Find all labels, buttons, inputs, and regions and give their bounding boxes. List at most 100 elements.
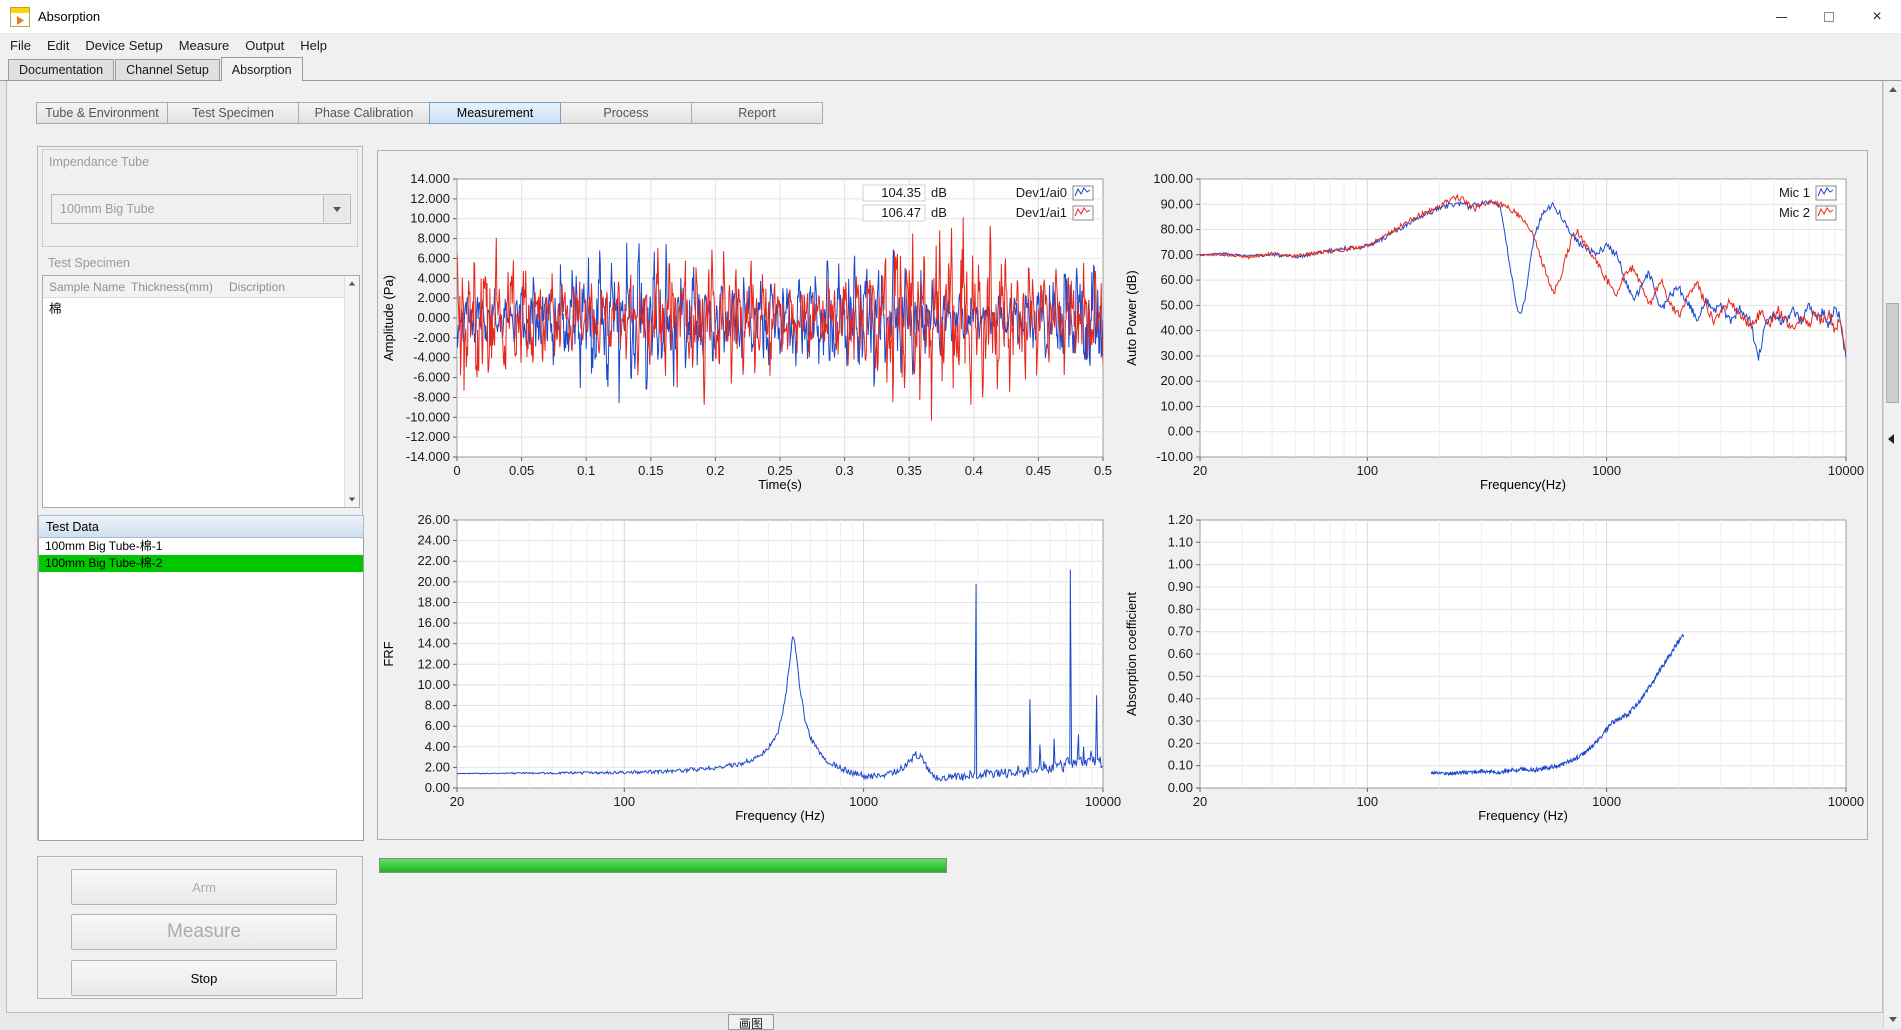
- svg-text:-14.000: -14.000: [406, 449, 450, 464]
- table-row[interactable]: 棉: [43, 298, 359, 316]
- progress-fill: [380, 859, 946, 872]
- scroll-up-button[interactable]: [1884, 81, 1901, 98]
- svg-text:2.000: 2.000: [417, 290, 450, 305]
- menu-device-setup[interactable]: Device Setup: [77, 35, 170, 56]
- menu-help[interactable]: Help: [292, 35, 335, 56]
- svg-text:0.10: 0.10: [1168, 758, 1193, 773]
- svg-text:14.000: 14.000: [410, 171, 450, 186]
- svg-text:10.00: 10.00: [417, 677, 450, 692]
- control-buttons-panel: Arm Measure Stop: [37, 856, 363, 999]
- subtab-report[interactable]: Report: [691, 102, 823, 124]
- svg-text:0.5: 0.5: [1094, 463, 1112, 478]
- svg-text:0.1: 0.1: [577, 463, 595, 478]
- svg-text:-4.000: -4.000: [413, 350, 450, 365]
- app-icon: [10, 7, 30, 27]
- subtab-measurement[interactable]: Measurement: [429, 102, 561, 124]
- subtab-process[interactable]: Process: [560, 102, 692, 124]
- svg-text:0.3: 0.3: [836, 463, 854, 478]
- svg-text:0.50: 0.50: [1168, 668, 1193, 683]
- subtab-test-specimen[interactable]: Test Specimen: [167, 102, 299, 124]
- sub-tab-bar: Tube & Environment Test Specimen Phase C…: [37, 102, 823, 124]
- svg-text:-8.000: -8.000: [413, 389, 450, 404]
- vertical-scrollbar[interactable]: [1883, 81, 1901, 1028]
- tab-absorption[interactable]: Absorption: [221, 57, 303, 81]
- svg-text:20.00: 20.00: [1160, 373, 1193, 388]
- absorption-page: Tube & Environment Test Specimen Phase C…: [6, 81, 1883, 1013]
- absorption-coefficient-chart: 0.000.100.200.300.400.500.600.700.800.90…: [1122, 506, 1862, 826]
- menu-output[interactable]: Output: [237, 35, 292, 56]
- menu-edit[interactable]: Edit: [39, 35, 77, 56]
- svg-text:Auto Power (dB): Auto Power (dB): [1124, 270, 1139, 365]
- test-data-title: Test Data: [46, 520, 99, 534]
- chevron-down-icon: [333, 207, 341, 212]
- scroll-up-icon: [1889, 87, 1897, 92]
- tab-documentation[interactable]: Documentation: [8, 59, 114, 80]
- svg-text:-6.000: -6.000: [413, 370, 450, 385]
- test-specimen-table-header: Sample Name Thickness(mm) Discription: [43, 276, 359, 298]
- column-discription[interactable]: Discription: [229, 280, 359, 294]
- menu-measure[interactable]: Measure: [171, 35, 238, 56]
- maximize-button[interactable]: [1805, 0, 1853, 34]
- svg-text:0.40: 0.40: [1168, 691, 1193, 706]
- test-specimen-title: Test Specimen: [48, 256, 130, 270]
- dropdown-arrow-icon[interactable]: [323, 196, 349, 222]
- svg-text:18.00: 18.00: [417, 595, 450, 610]
- svg-text:1.20: 1.20: [1168, 512, 1193, 527]
- svg-text:0.00: 0.00: [1168, 424, 1193, 439]
- svg-text:Amplitude (Pa): Amplitude (Pa): [381, 275, 396, 361]
- test-data-item[interactable]: 100mm Big Tube-棉-1: [39, 538, 363, 555]
- svg-text:Frequency(Hz): Frequency(Hz): [1480, 477, 1566, 492]
- menu-file[interactable]: File: [2, 35, 39, 56]
- main-tab-bar: Documentation Channel Setup Absorption: [0, 57, 1901, 81]
- svg-text:1000: 1000: [1592, 794, 1621, 809]
- auto-power-chart: -10.000.0010.0020.0030.0040.0050.0060.00…: [1122, 165, 1862, 495]
- scroll-down-button[interactable]: [1884, 1011, 1901, 1028]
- svg-text:100: 100: [1356, 463, 1378, 478]
- scroll-up-icon[interactable]: [349, 282, 355, 286]
- impedance-tube-group: Impendance Tube 100mm Big Tube: [42, 149, 358, 247]
- svg-text:10000: 10000: [1085, 794, 1121, 809]
- svg-text:0.35: 0.35: [897, 463, 922, 478]
- test-data-item-selected[interactable]: 100mm Big Tube-棉-2: [39, 555, 363, 572]
- svg-text:0.00: 0.00: [425, 780, 450, 795]
- column-thickness[interactable]: Thickness(mm): [131, 280, 229, 294]
- scrollbar-thumb[interactable]: [1886, 303, 1899, 403]
- arm-button[interactable]: Arm: [71, 869, 337, 905]
- table-scrollbar[interactable]: [344, 276, 359, 507]
- subtab-tube-environment[interactable]: Tube & Environment: [36, 102, 168, 124]
- measurement-progress-bar: [379, 858, 947, 873]
- scroll-down-icon[interactable]: [349, 498, 355, 502]
- svg-text:dB: dB: [931, 185, 947, 200]
- svg-text:Dev1/ai0: Dev1/ai0: [1016, 185, 1067, 200]
- pane-collapse-arrow[interactable]: [1888, 433, 1898, 445]
- svg-text:16.00: 16.00: [417, 615, 450, 630]
- impedance-tube-dropdown[interactable]: 100mm Big Tube: [51, 194, 351, 224]
- svg-text:Time(s): Time(s): [758, 477, 802, 492]
- menu-bar: File Edit Device Setup Measure Output He…: [0, 34, 1901, 57]
- tab-channel-setup[interactable]: Channel Setup: [115, 59, 220, 80]
- svg-text:0.60: 0.60: [1168, 646, 1193, 661]
- svg-text:100: 100: [613, 794, 635, 809]
- svg-text:90.00: 90.00: [1160, 196, 1193, 211]
- svg-text:0.80: 0.80: [1168, 601, 1193, 616]
- impedance-tube-value: 100mm Big Tube: [52, 202, 155, 216]
- svg-text:-10.000: -10.000: [406, 409, 450, 424]
- svg-text:0.4: 0.4: [965, 463, 983, 478]
- close-button[interactable]: ×: [1853, 0, 1901, 34]
- measure-button[interactable]: Measure: [71, 914, 337, 950]
- close-icon: ×: [1872, 9, 1881, 25]
- window-controls: ×: [1757, 0, 1901, 34]
- subtab-phase-calibration[interactable]: Phase Calibration: [298, 102, 430, 124]
- svg-text:Absorption coefficient: Absorption coefficient: [1124, 592, 1139, 716]
- svg-text:0: 0: [453, 463, 460, 478]
- svg-text:0.2: 0.2: [706, 463, 724, 478]
- svg-text:20: 20: [450, 794, 464, 809]
- impedance-tube-title: Impendance Tube: [43, 150, 357, 169]
- svg-text:50.00: 50.00: [1160, 297, 1193, 312]
- column-sample-name[interactable]: Sample Name: [43, 280, 131, 294]
- minimize-button[interactable]: [1757, 0, 1805, 34]
- svg-text:Frequency (Hz): Frequency (Hz): [1478, 808, 1568, 823]
- svg-text:0.00: 0.00: [1168, 780, 1193, 795]
- stop-button[interactable]: Stop: [71, 960, 337, 996]
- svg-text:4.00: 4.00: [425, 739, 450, 754]
